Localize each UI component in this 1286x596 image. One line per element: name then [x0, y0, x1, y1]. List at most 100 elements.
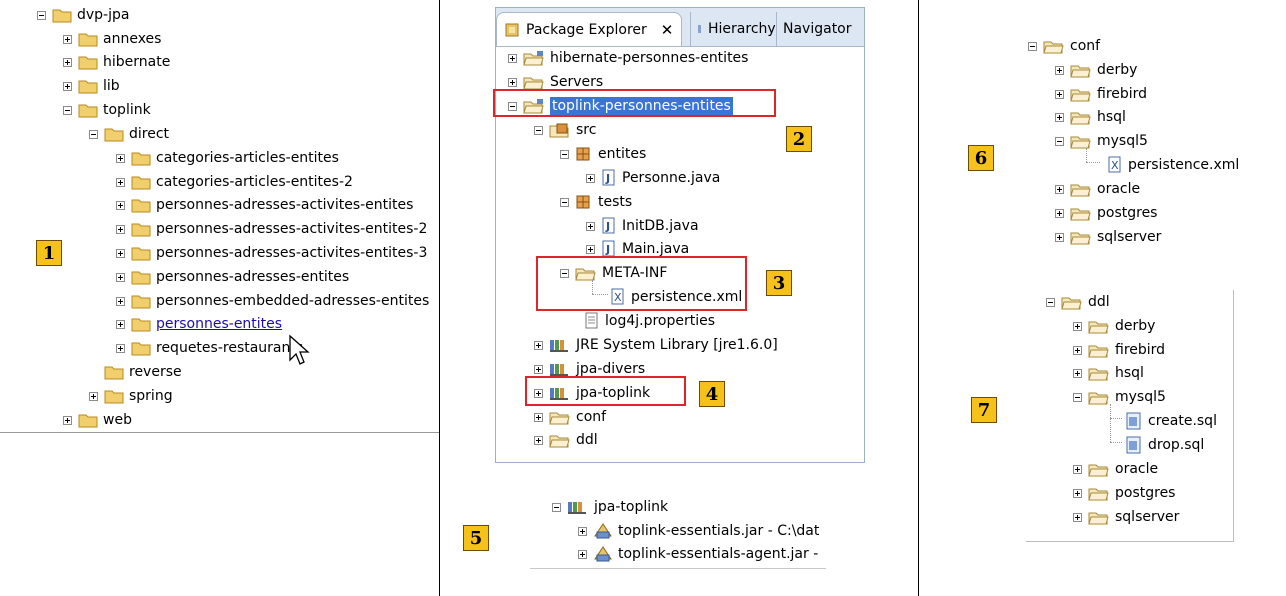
tree-row[interactable]: personnes-adresses-entites — [116, 265, 349, 289]
tab-navigator[interactable]: Navigator — [776, 12, 852, 46]
expand-icon[interactable] — [116, 200, 125, 210]
expand-icon[interactable] — [534, 340, 543, 350]
tree-row[interactable]: ddl — [1046, 290, 1110, 314]
tree-row[interactable]: hsql — [1073, 361, 1144, 385]
expand-icon[interactable] — [1073, 368, 1082, 378]
collapse-icon[interactable] — [552, 502, 561, 512]
tree-row[interactable]: personnes-adresses-activites-entites-2 — [116, 217, 427, 241]
tree-row[interactable]: personnes-entites — [116, 312, 282, 336]
tree-row[interactable]: toplink — [63, 98, 151, 122]
tree-row[interactable]: spring — [89, 384, 173, 408]
tree-row[interactable]: conf — [1028, 34, 1100, 58]
tree-row[interactable]: drop.sql — [1110, 433, 1204, 457]
expand-icon[interactable] — [1073, 321, 1082, 331]
collapse-icon[interactable] — [560, 197, 569, 207]
collapse-icon[interactable] — [1055, 136, 1064, 146]
expand-icon[interactable] — [1055, 208, 1064, 218]
tree-row[interactable]: toplink-essentials-agent.jar - — [578, 542, 818, 566]
tree-row[interactable]: categories-articles-entites — [116, 146, 339, 170]
tree-row[interactable]: tests — [560, 190, 632, 214]
tree-row[interactable]: mysql5 — [1073, 385, 1166, 409]
tree-row[interactable]: dvp-jpa — [37, 3, 129, 27]
tree-row[interactable]: create.sql — [1110, 409, 1217, 433]
tree-row[interactable]: annexes — [63, 27, 161, 51]
expand-icon[interactable] — [116, 319, 125, 329]
tree-row[interactable]: hsql — [1055, 105, 1126, 129]
collapse-icon[interactable] — [1046, 297, 1055, 307]
expand-icon[interactable] — [116, 248, 125, 258]
tree-row[interactable]: sqlserver — [1055, 225, 1161, 249]
tree-row[interactable]: personnes-embedded-adresses-entites — [116, 289, 429, 313]
expand-icon[interactable] — [508, 53, 517, 63]
tab-package-explorer[interactable]: Package Explorer ✕ — [496, 12, 682, 46]
expand-icon[interactable] — [63, 57, 72, 67]
expand-icon[interactable] — [578, 549, 587, 559]
expand-icon[interactable] — [534, 412, 543, 422]
collapse-icon[interactable] — [560, 149, 569, 159]
tree-row[interactable]: direct — [89, 122, 169, 146]
tree-row[interactable]: requetes-restaurants — [116, 336, 303, 360]
tree-row[interactable]: postgres — [1055, 201, 1157, 225]
tab-hierarchy[interactable]: Hierarchy — [690, 12, 776, 46]
tree-row[interactable]: derby — [1055, 58, 1137, 82]
collapse-icon[interactable] — [37, 10, 46, 20]
tree-row[interactable]: web — [63, 408, 132, 432]
expand-icon[interactable] — [578, 526, 587, 536]
tree-row[interactable]: hibernate — [63, 50, 170, 74]
expand-icon[interactable] — [1055, 112, 1064, 122]
tree-row[interactable]: src — [534, 118, 596, 142]
tree-row[interactable]: log4j.properties — [569, 309, 715, 333]
tree-row[interactable]: personnes-adresses-activites-entites — [116, 193, 413, 217]
tree-row[interactable]: derby — [1073, 314, 1155, 338]
expand-icon[interactable] — [116, 153, 125, 163]
expand-icon[interactable] — [534, 435, 543, 445]
tree-row[interactable]: conf — [534, 405, 606, 429]
collapse-icon[interactable] — [1028, 41, 1037, 51]
tree-row[interactable]: entites — [560, 142, 646, 166]
tree-row[interactable]: oracle — [1055, 177, 1140, 201]
tree-row[interactable]: J InitDB.java — [586, 214, 699, 238]
tree-row[interactable]: X persistence.xml — [1092, 153, 1239, 177]
tree-row[interactable]: firebird — [1073, 338, 1165, 362]
tree-row[interactable]: jpa-toplink — [552, 495, 668, 519]
tree-row[interactable]: personnes-adresses-activites-entites-3 — [116, 241, 427, 265]
collapse-icon[interactable] — [1073, 392, 1082, 402]
expand-icon[interactable] — [116, 296, 125, 306]
collapse-icon[interactable] — [89, 129, 98, 139]
expand-icon[interactable] — [63, 415, 72, 425]
expand-icon[interactable] — [586, 173, 595, 183]
expand-icon[interactable] — [63, 34, 72, 44]
tree-row[interactable]: lib — [63, 74, 120, 98]
expand-icon[interactable] — [1055, 65, 1064, 75]
expand-icon[interactable] — [116, 177, 125, 187]
expand-icon[interactable] — [586, 244, 595, 254]
tree-row[interactable]: postgres — [1073, 481, 1175, 505]
expand-icon[interactable] — [1055, 184, 1064, 194]
tree-row[interactable]: firebird — [1055, 82, 1147, 106]
expand-icon[interactable] — [1073, 512, 1082, 522]
tree-row[interactable]: hibernate-personnes-entites — [508, 46, 748, 70]
close-tab-icon[interactable]: ✕ — [661, 21, 674, 39]
tree-row[interactable]: categories-articles-entites-2 — [116, 170, 353, 194]
expand-icon[interactable] — [116, 343, 125, 353]
expand-icon[interactable] — [1055, 89, 1064, 99]
tree-row[interactable]: sqlserver — [1073, 505, 1179, 529]
tree-row[interactable]: JRE System Library [jre1.6.0] — [534, 333, 778, 357]
tree-row[interactable]: mysql5 — [1055, 129, 1148, 153]
tree-label-hovered[interactable]: personnes-entites — [156, 315, 282, 333]
expand-icon[interactable] — [508, 77, 517, 87]
collapse-icon[interactable] — [63, 105, 72, 115]
expand-icon[interactable] — [1073, 345, 1082, 355]
tree-row[interactable]: oracle — [1073, 457, 1158, 481]
tree-row[interactable]: toplink-essentials.jar - C:\dat — [578, 519, 819, 543]
expand-icon[interactable] — [116, 272, 125, 282]
expand-icon[interactable] — [586, 221, 595, 231]
expand-icon[interactable] — [534, 364, 543, 374]
expand-icon[interactable] — [63, 81, 72, 91]
expand-icon[interactable] — [1073, 464, 1082, 474]
expand-icon[interactable] — [89, 391, 98, 401]
collapse-icon[interactable] — [534, 125, 543, 135]
tree-row[interactable]: J Personne.java — [586, 166, 720, 190]
tree-row[interactable]: reverse — [89, 360, 182, 384]
expand-icon[interactable] — [1055, 232, 1064, 242]
